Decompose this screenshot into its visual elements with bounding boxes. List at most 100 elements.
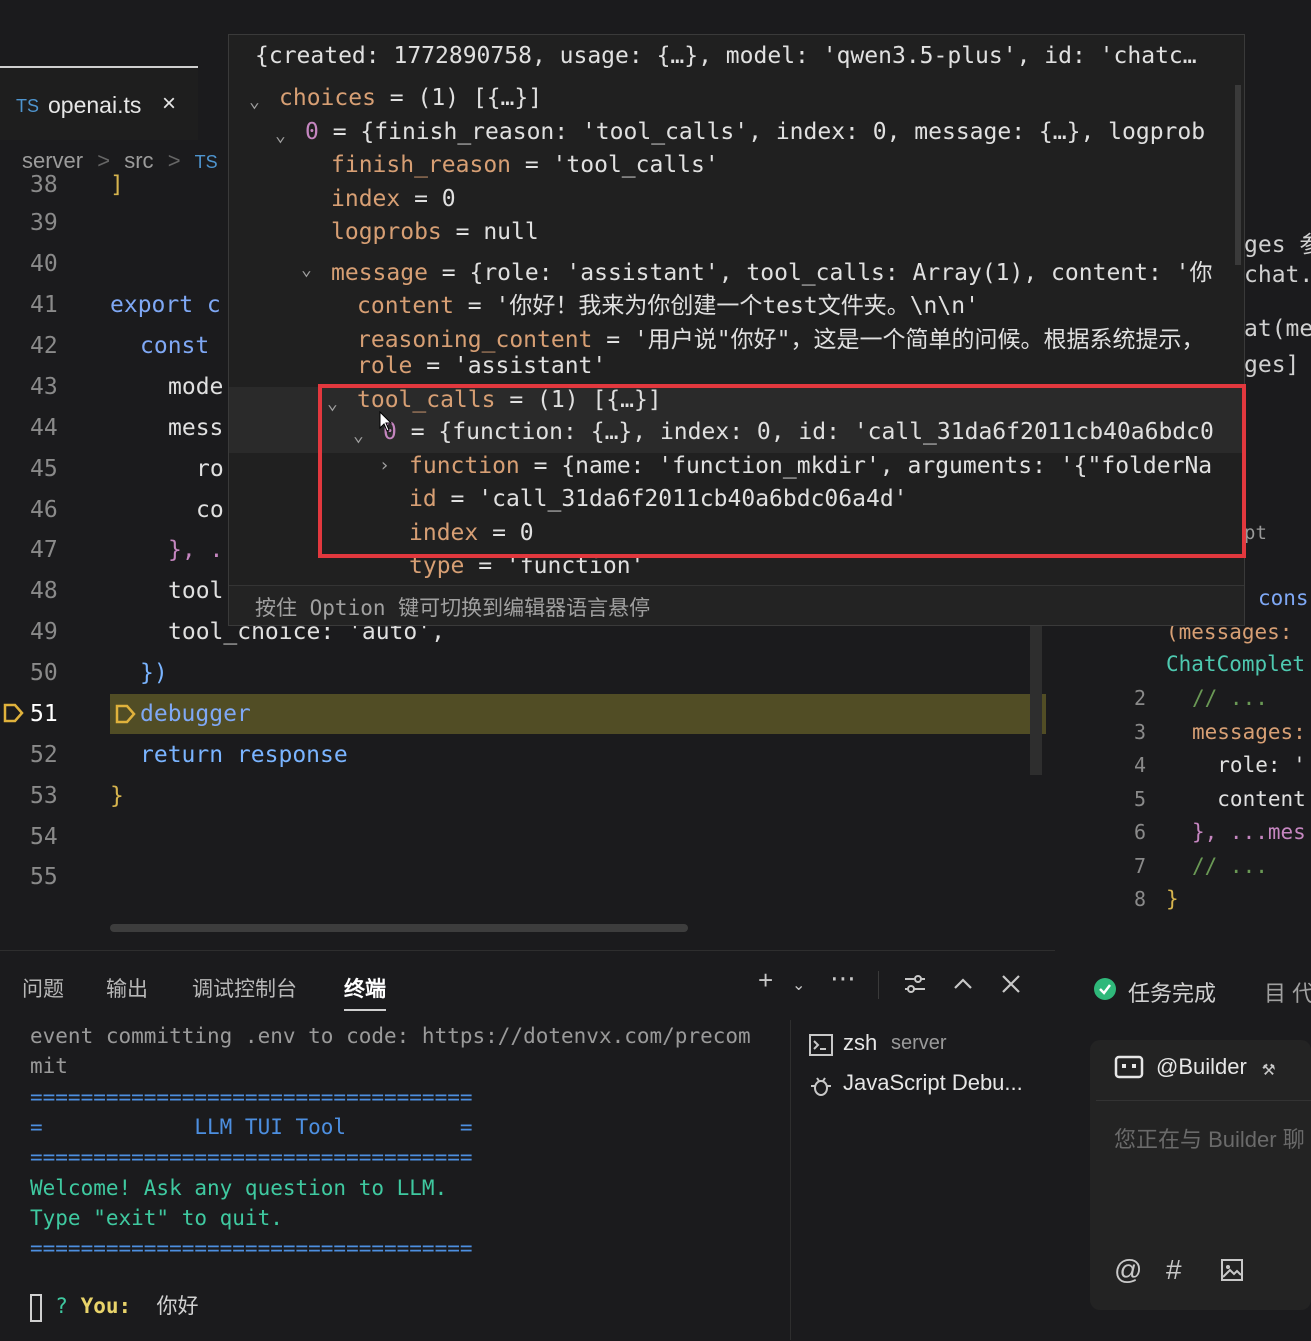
maximize-panel-icon[interactable] xyxy=(952,973,974,999)
tab-output[interactable]: 输出 xyxy=(106,973,148,1003)
code-line: mess xyxy=(168,415,224,441)
terminal-item-zsh[interactable]: zsh server xyxy=(809,1030,1049,1060)
tab-openai-ts[interactable]: TS openai.ts × xyxy=(0,66,198,140)
tree-row-choice-0[interactable]: 0 = {finish_reason: 'tool_calls', index:… xyxy=(305,119,1205,145)
breakpoint-arrow-icon[interactable] xyxy=(2,702,24,724)
line-number: 41 xyxy=(30,292,58,318)
tree-row-finish-reason: finish_reason = 'tool_calls' xyxy=(331,152,719,178)
terminal-name: JavaScript Debu... xyxy=(843,1070,1023,1095)
more-icon[interactable]: ⋯ xyxy=(830,963,856,994)
tree-row-logprobs: logprobs = null xyxy=(331,219,539,245)
peek-line: // ... xyxy=(1192,854,1268,878)
peek-line: messages: xyxy=(1192,720,1306,744)
code-line: } xyxy=(110,783,124,809)
peek-line: // ... xyxy=(1192,686,1268,710)
tab-terminal[interactable]: 终端 xyxy=(344,973,386,1011)
line-number: 7 xyxy=(1134,854,1147,878)
line-number: 48 xyxy=(30,578,58,604)
tree-row-message[interactable]: message = {role: 'assistant', tool_calls… xyxy=(331,253,1213,287)
vertical-scrollbar[interactable] xyxy=(1030,620,1042,775)
line-number: 52 xyxy=(30,742,58,768)
code-line: tool xyxy=(168,578,224,604)
line-number: 8 xyxy=(1134,887,1147,911)
typescript-file-icon: TS xyxy=(194,152,218,172)
close-icon[interactable]: × xyxy=(162,90,176,118)
terminal-line: Type "exit" to quit. xyxy=(30,1206,283,1230)
code-line: debugger xyxy=(140,701,251,727)
line-number: 47 xyxy=(30,537,58,563)
line-number: 2 xyxy=(1134,686,1147,710)
tree-row-index: index = 0 xyxy=(331,186,456,212)
image-icon[interactable] xyxy=(1220,1258,1244,1286)
line-number: 40 xyxy=(30,251,58,277)
peek-type: ChatComplet xyxy=(1166,652,1306,676)
terminal-detail: server xyxy=(891,1032,947,1054)
code-line: co xyxy=(196,497,224,523)
chevron-down-icon[interactable]: ⌄ xyxy=(792,975,805,995)
debug-pointer-icon xyxy=(114,703,136,725)
task-status: 任务完成 xyxy=(1128,981,1217,1006)
line-number: 44 xyxy=(30,415,58,441)
line-number: 3 xyxy=(1134,720,1147,744)
chevron-down-icon[interactable]: ⌄ xyxy=(275,125,286,146)
peek-fragment: pt xyxy=(1244,522,1267,544)
terminal-prompt[interactable]: ? You: 你好 xyxy=(30,1266,198,1320)
tree-row-reasoning-content: reasoning_content = '用户说"你好"，这是一个简单的问候。根… xyxy=(357,327,1205,353)
hover-footer: 按住 Option 键可切换到编辑器语言悬停 xyxy=(229,585,1244,625)
divider xyxy=(1096,1100,1311,1101)
peek-fragment: ges] xyxy=(1244,352,1300,378)
peek-fragment: at(me xyxy=(1244,316,1311,342)
code-line: export c xyxy=(110,292,221,318)
terminal-line: mit xyxy=(30,1054,68,1078)
terminal-list: zsh server JavaScript Debu... xyxy=(790,1020,1056,1340)
line-number: 46 xyxy=(30,497,58,523)
line-number: 45 xyxy=(30,456,58,482)
line-number: 50 xyxy=(30,660,58,686)
terminal-icon xyxy=(809,1034,833,1056)
tab-file-name: openai.ts xyxy=(48,92,142,118)
tab-problems[interactable]: 问题 xyxy=(22,973,64,1003)
prompt-mark: ? xyxy=(55,1294,68,1318)
agent-name[interactable]: @Builder xyxy=(1156,1054,1247,1080)
code-line: mode xyxy=(168,374,224,400)
hover-scrollbar[interactable] xyxy=(1235,85,1241,265)
typescript-file-icon: TS xyxy=(16,96,40,116)
line-number: 6 xyxy=(1134,820,1147,844)
terminal-line: event committing .env to code: https://d… xyxy=(30,1024,751,1048)
tools-icon[interactable]: ⚒ xyxy=(1262,1056,1275,1081)
terminal-line: =================================== xyxy=(30,1085,473,1109)
add-terminal-icon[interactable]: + xyxy=(758,965,773,996)
prompt-label: You: xyxy=(80,1294,132,1318)
line-number-current: 51 xyxy=(30,701,58,727)
tab-debug-console[interactable]: 调试控制台 xyxy=(192,973,297,1003)
terminal-cursor xyxy=(30,1294,42,1322)
line-number: 43 xyxy=(30,374,58,400)
peek-line: role: ' xyxy=(1192,753,1306,777)
code-line: ro xyxy=(196,456,224,482)
annotation-highlight-box xyxy=(318,384,1246,558)
terminal-line: = LLM TUI Tool = xyxy=(30,1115,473,1139)
horizontal-scrollbar[interactable] xyxy=(110,924,688,932)
tree-row-choices[interactable]: choices = (1) [{…}] xyxy=(279,85,542,111)
divider xyxy=(878,971,879,999)
chat-toolbar-fragment[interactable]: 目 代 xyxy=(1264,976,1311,1008)
line-number: 38 xyxy=(30,172,58,194)
hover-hint: 按住 Option 键可切换到编辑器语言悬停 xyxy=(255,596,651,620)
debug-bug-icon xyxy=(811,1077,831,1096)
line-number: 49 xyxy=(30,619,58,645)
tree-row-content: content = '你好！我来为你创建一个test文件夹。\n\n' xyxy=(357,293,979,319)
terminal-item-js-debug[interactable]: JavaScript Debu... xyxy=(809,1070,1054,1100)
hash-icon[interactable]: # xyxy=(1166,1254,1182,1286)
mention-icon[interactable]: @ xyxy=(1114,1254,1142,1286)
peek-line: }, ...mes xyxy=(1192,820,1306,844)
chevron-down-icon[interactable]: ⌄ xyxy=(249,91,260,112)
line-number: 4 xyxy=(1134,753,1147,777)
agent-icon xyxy=(1114,1054,1144,1082)
line-number: 54 xyxy=(30,824,58,850)
terminal-line: Welcome! Ask any question to LLM. xyxy=(30,1176,448,1200)
close-panel-icon[interactable] xyxy=(1000,973,1022,999)
layout-settings-icon[interactable] xyxy=(902,971,928,1001)
chevron-down-icon[interactable]: ⌄ xyxy=(301,259,312,280)
tree-row-role: role = 'assistant' xyxy=(357,353,607,379)
chat-placeholder: 您正在与 Builder 聊 xyxy=(1114,1127,1305,1152)
